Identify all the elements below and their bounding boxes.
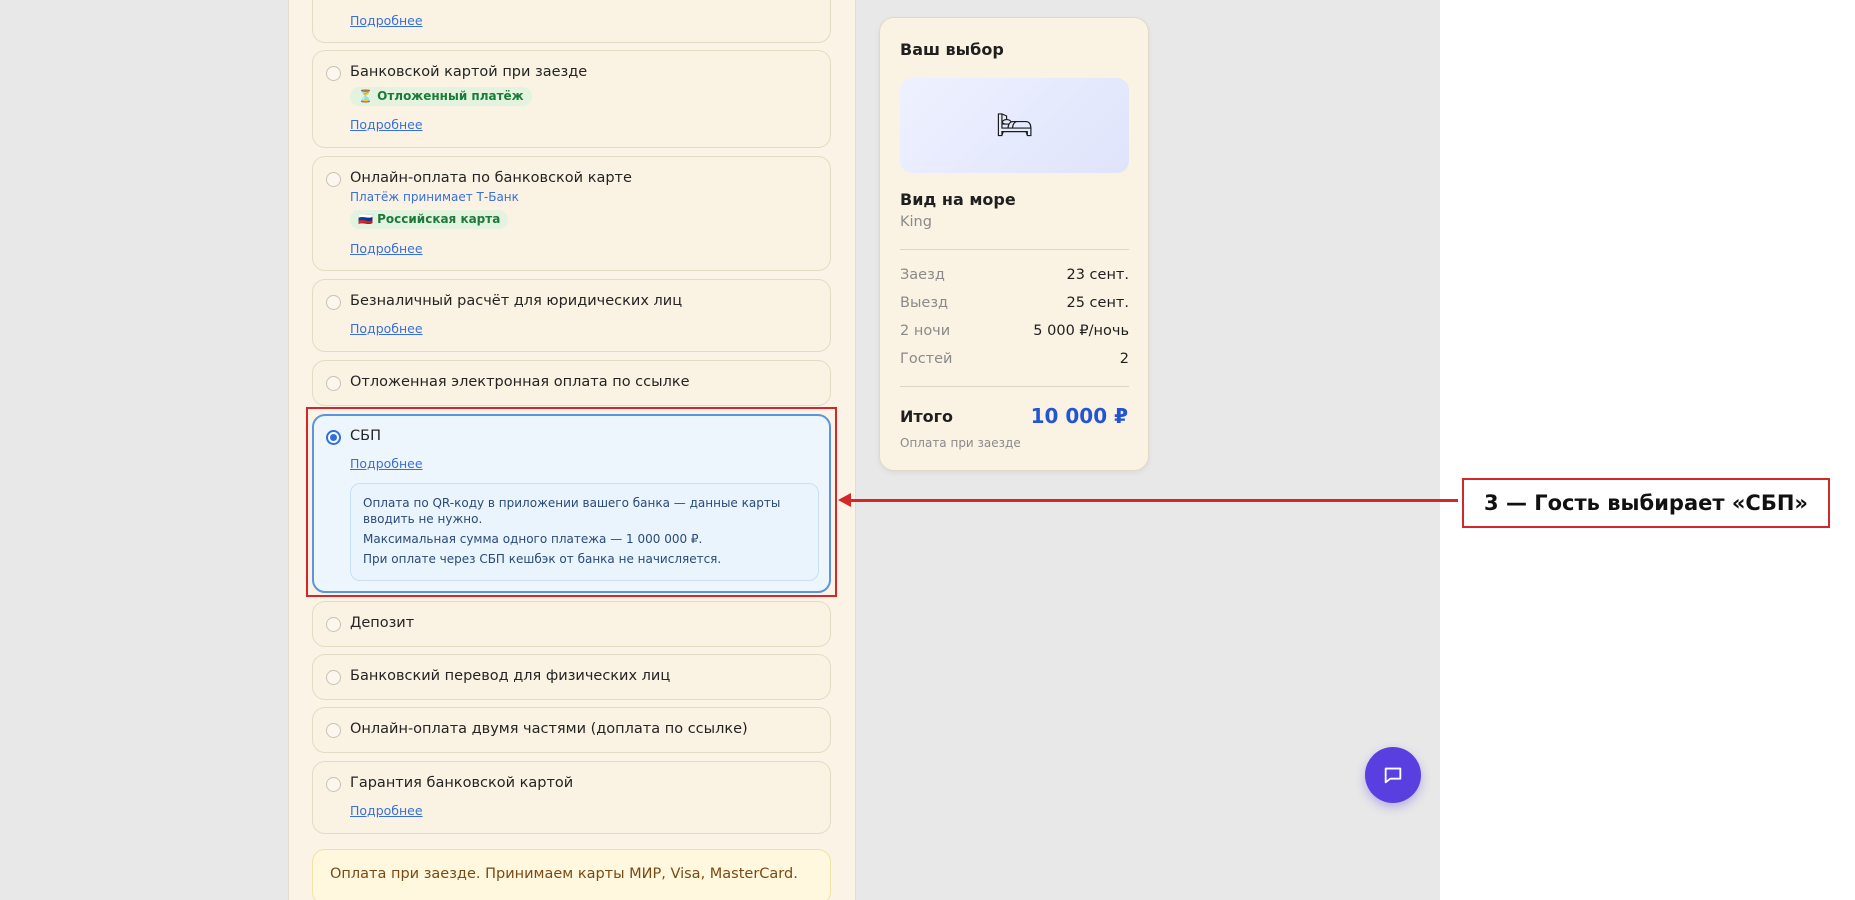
russian-card-badge: 🇷🇺 Российская карта xyxy=(350,210,509,229)
payment-option-partial[interactable]: Подробнее xyxy=(312,0,831,43)
row-label: Заезд xyxy=(900,267,945,283)
option-title: Гарантия банковской картой xyxy=(350,775,574,791)
total-note: Оплата при заезде xyxy=(900,436,1021,450)
details-link[interactable]: Подробнее xyxy=(350,241,423,256)
info-line: Оплата по QR-коду в приложении вашего ба… xyxy=(363,496,781,526)
option-title: Онлайн-оплата двумя частями (доплата по … xyxy=(350,721,748,737)
option-title: СБП xyxy=(350,428,381,444)
room-image: 🛏 xyxy=(900,78,1129,173)
deferred-payment-badge: ⏳ Отложенный платёж xyxy=(350,87,532,106)
details-link[interactable]: Подробнее xyxy=(350,13,423,28)
radio-button[interactable] xyxy=(326,777,341,792)
radio-button[interactable] xyxy=(326,66,341,81)
payment-option-deferred-link[interactable]: Отложенная электронная оплата по ссылке xyxy=(312,360,831,406)
details-link[interactable]: Подробнее xyxy=(350,803,423,818)
radio-button[interactable] xyxy=(326,670,341,685)
row-value: 5 000 ₽/ночь xyxy=(1033,323,1129,339)
row-value: 25 сент. xyxy=(1066,295,1130,311)
payment-option-legal-entities[interactable]: Безналичный расчёт для юридических лиц П… xyxy=(312,279,831,352)
radio-button[interactable] xyxy=(326,172,341,187)
divider xyxy=(900,386,1129,387)
chat-bubble-icon xyxy=(1384,767,1402,784)
summary-title: Ваш выбор xyxy=(900,40,1004,59)
payment-option-bank-transfer[interactable]: Банковский перевод для физических лиц xyxy=(312,654,831,700)
divider xyxy=(900,249,1129,250)
option-title: Онлайн-оплата по банковской карте xyxy=(350,170,632,186)
room-type: King xyxy=(900,214,932,230)
booking-summary-card: Ваш выбор 🛏 Вид на море King Заезд 23 се… xyxy=(879,17,1149,471)
chat-button[interactable] xyxy=(1365,747,1421,803)
payment-option-two-parts[interactable]: Онлайн-оплата двумя частями (доплата по … xyxy=(312,707,831,753)
option-title: Депозит xyxy=(350,615,415,631)
info-line: При оплате через СБП кешбэк от банка не … xyxy=(363,552,722,566)
annotation-arrow xyxy=(848,499,1458,502)
payment-option-card-guarantee[interactable]: Гарантия банковской картой Подробнее xyxy=(312,761,831,834)
row-label: Гостей xyxy=(900,351,953,367)
payment-provider-note: Платёж принимает Т-Банк xyxy=(350,190,519,204)
payment-footer-note: Оплата при заезде. Принимаем карты МИР, … xyxy=(312,849,831,900)
row-value: 23 сент. xyxy=(1066,267,1130,283)
room-name: Вид на море xyxy=(900,190,1016,209)
info-line: Максимальная сумма одного платежа — 1 00… xyxy=(363,532,703,546)
summary-row-checkout: Выезд 25 сент. xyxy=(900,295,1129,311)
annotation-arrow-head xyxy=(838,493,851,507)
option-title: Безналичный расчёт для юридических лиц xyxy=(350,293,683,309)
annotation-callout: 3 — Гость выбирает «СБП» xyxy=(1462,478,1830,528)
summary-row-checkin: Заезд 23 сент. xyxy=(900,267,1129,283)
payment-option-card-on-arrival[interactable]: Банковской картой при заезде ⏳ Отложенны… xyxy=(312,50,831,148)
details-link[interactable]: Подробнее xyxy=(350,117,423,132)
sbp-info-box: Оплата по QR-коду в приложении вашего ба… xyxy=(350,483,819,581)
radio-button-checked[interactable] xyxy=(326,430,341,445)
payment-option-sbp[interactable]: СБП Подробнее Оплата по QR-коду в прилож… xyxy=(312,414,831,593)
option-title: Отложенная электронная оплата по ссылке xyxy=(350,374,690,390)
row-label: 2 ночи xyxy=(900,323,951,339)
option-title: Банковский перевод для физических лиц xyxy=(350,668,671,684)
radio-button[interactable] xyxy=(326,617,341,632)
summary-row-nights: 2 ночи 5 000 ₽/ночь xyxy=(900,323,1129,339)
payment-option-online-card[interactable]: Онлайн-оплата по банковской карте Платёж… xyxy=(312,156,831,271)
bed-icon: 🛏 xyxy=(995,108,1034,143)
row-label: Выезд xyxy=(900,295,949,311)
details-link[interactable]: Подробнее xyxy=(350,456,423,471)
total-label: Итого xyxy=(900,407,954,426)
details-link[interactable]: Подробнее xyxy=(350,321,423,336)
row-value: 2 xyxy=(1119,351,1129,367)
option-title: Банковской картой при заезде xyxy=(350,64,588,80)
radio-button[interactable] xyxy=(326,295,341,310)
summary-row-guests: Гостей 2 xyxy=(900,351,1129,367)
total-value: 10 000 ₽ xyxy=(1030,404,1128,428)
radio-button[interactable] xyxy=(326,376,341,391)
radio-button[interactable] xyxy=(326,723,341,738)
payment-option-deposit[interactable]: Депозит xyxy=(312,601,831,647)
